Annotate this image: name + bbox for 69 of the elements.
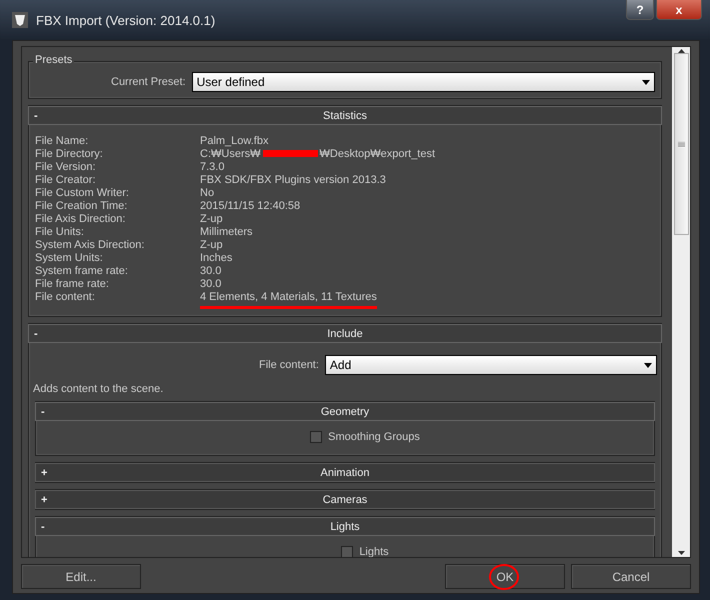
hint-text: Adds content to the scene. [33, 383, 164, 395]
stat-value: 7.3.0 [200, 161, 226, 174]
stat-value: 30.0 [200, 265, 222, 278]
stat-value: 30.0 [200, 278, 222, 291]
toggle-sign: - [34, 328, 38, 340]
close-button[interactable]: x [656, 0, 702, 20]
toggle-sign: + [41, 466, 48, 478]
stat-value: No [200, 187, 216, 200]
stat-label: System Axis Direction: [35, 239, 146, 252]
stat-label: System Units: [35, 252, 104, 265]
checkbox[interactable] [310, 431, 322, 443]
rollout-header[interactable]: - Include [28, 324, 662, 343]
rollout-title: Cameras [322, 494, 368, 506]
rollout-title: Geometry [320, 406, 370, 418]
dropdown-arrow-icon [644, 362, 652, 368]
option-label: Lights [359, 546, 389, 557]
scroll-down-icon[interactable] [678, 551, 684, 555]
grip-icon [678, 142, 684, 146]
field-label: File content: [259, 359, 319, 371]
stat-value: 2015/11/15 12:40:58 [200, 200, 302, 213]
group-legend: Presets [33, 54, 74, 66]
stat-value: Palm_Low.fbx [200, 135, 270, 148]
rollout-header[interactable]: - Lights [35, 517, 655, 536]
rollout-title: Animation [320, 466, 370, 478]
rollout-header[interactable]: - Statistics [28, 106, 662, 125]
stat-label: File frame rate: [35, 278, 110, 291]
stat-value: Inches [200, 252, 234, 265]
redaction-bar [262, 150, 318, 157]
window-title: FBX Import (Version: 2014.0.1) [36, 12, 216, 28]
toggle-sign: - [41, 520, 45, 532]
stat-label: File Creator: [35, 174, 97, 187]
dropdown-arrow-icon [642, 80, 650, 84]
stat-label: File content: [35, 291, 96, 304]
stat-label: File Axis Direction: [35, 213, 126, 226]
checkbox[interactable] [341, 546, 354, 557]
rollout-header[interactable]: + Cameras [35, 490, 655, 509]
stat-label: File Creation Time: [35, 200, 128, 213]
stat-value: FBX SDK/FBX Plugins version 2013.3 [200, 174, 387, 187]
stat-value: C:₩Users₩ [200, 148, 260, 160]
stat-label: File Custom Writer: [35, 187, 130, 200]
scroll-thumb[interactable] [674, 53, 688, 235]
stat-label: File Name: [35, 135, 90, 148]
rollout-title: Lights [330, 520, 360, 532]
help-button[interactable]: ? [626, 0, 654, 20]
stat-value: Millimeters [200, 226, 254, 239]
toggle-sign: - [34, 110, 38, 122]
preset-dropdown[interactable]: User defined [192, 72, 655, 92]
ok-button[interactable]: OK [445, 564, 565, 589]
stat-value: 4 Elements, 4 Materials, 11 Textures [200, 291, 377, 309]
stat-label: File Version: [35, 161, 97, 174]
edit-button[interactable]: Edit... [21, 564, 141, 589]
toggle-sign: - [41, 406, 45, 418]
rollout-header[interactable]: + Animation [35, 463, 655, 482]
stat-value: ₩Desktop₩export_test [320, 148, 436, 160]
stat-value: Z-up [200, 213, 224, 226]
rollout-title: Statistics [322, 110, 367, 122]
stat-value: Z-up [200, 239, 224, 252]
cancel-button[interactable]: Cancel [571, 564, 691, 589]
option-label: Smoothing Groups [328, 431, 420, 443]
rollout-title: Include [327, 328, 363, 340]
annotation-circle [488, 562, 520, 592]
logo-icon [12, 12, 28, 28]
content-dropdown[interactable]: Add [324, 355, 657, 375]
field-label: Current Preset: [111, 76, 186, 88]
rollout-header[interactable]: - Geometry [35, 402, 655, 421]
toggle-sign: + [41, 494, 48, 506]
stat-label: System frame rate: [35, 265, 129, 278]
stat-label: File Directory: [35, 148, 104, 161]
stat-label: File Units: [35, 226, 85, 239]
